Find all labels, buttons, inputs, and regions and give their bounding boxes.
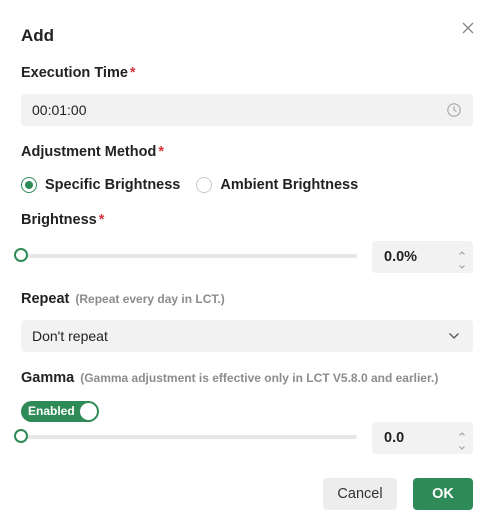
gamma-value: 0.0	[384, 430, 405, 446]
chevron-down-icon[interactable]	[457, 440, 467, 450]
brightness-slider[interactable]	[14, 248, 357, 264]
radio-ambient-brightness[interactable]: Ambient Brightness	[196, 177, 358, 193]
ok-button[interactable]: OK	[413, 478, 473, 510]
toggle-label: Enabled	[28, 404, 75, 418]
radio-label: Specific Brightness	[45, 177, 181, 193]
execution-time-label-text: Execution Time	[21, 65, 128, 81]
gamma-slider[interactable]	[14, 429, 357, 445]
adjustment-method-radio-group: Specific Brightness Ambient Brightness	[21, 175, 358, 195]
required-mark: *	[129, 65, 136, 81]
slider-track	[20, 254, 357, 258]
chevron-down-icon	[447, 329, 461, 343]
execution-time-value: 00:01:00	[32, 102, 87, 118]
slider-handle[interactable]	[14, 429, 28, 443]
radio-specific-brightness[interactable]: Specific Brightness	[21, 177, 180, 193]
close-icon[interactable]	[458, 18, 478, 38]
radio-checked-icon	[21, 177, 37, 193]
radio-label: Ambient Brightness	[220, 177, 359, 193]
gamma-toggle[interactable]: Enabled	[21, 401, 99, 422]
repeat-label-text: Repeat	[21, 291, 70, 307]
adjustment-method-label: Adjustment Method *	[21, 144, 164, 160]
gamma-label: Gamma (Gamma adjustment is effective only…	[21, 370, 438, 386]
chevron-up-icon[interactable]	[457, 426, 467, 436]
execution-time-input[interactable]: 00:01:00	[21, 94, 473, 126]
dialog-title: Add	[21, 26, 55, 45]
toggle-knob	[80, 403, 97, 420]
gamma-hint: (Gamma adjustment is effective only in L…	[80, 371, 439, 385]
repeat-selected-value: Don't repeat	[32, 328, 108, 344]
execution-time-label: Execution Time *	[21, 65, 136, 81]
repeat-hint: (Repeat every day in LCT.)	[75, 292, 225, 306]
required-mark: *	[98, 212, 105, 228]
adjustment-method-label-text: Adjustment Method	[21, 144, 157, 160]
brightness-value: 0.0%	[384, 249, 418, 265]
repeat-label: Repeat (Repeat every day in LCT.)	[21, 291, 225, 307]
required-mark: *	[158, 144, 164, 160]
repeat-select[interactable]: Don't repeat	[21, 320, 473, 352]
radio-unchecked-icon	[196, 177, 213, 193]
slider-handle[interactable]	[14, 248, 28, 262]
chevron-down-icon[interactable]	[457, 259, 467, 269]
slider-track	[20, 435, 357, 439]
chevron-up-icon[interactable]	[457, 245, 467, 255]
cancel-button[interactable]: Cancel	[323, 478, 397, 510]
brightness-label-text: Brightness	[21, 212, 97, 228]
clock-icon	[446, 102, 462, 118]
gamma-label-text: Gamma	[21, 370, 75, 386]
brightness-label: Brightness *	[21, 212, 104, 228]
gamma-stepper[interactable]: 0.0	[372, 422, 473, 454]
add-dialog: Add Execution Time * 00:01:00 Adjustment …	[0, 0, 496, 532]
brightness-stepper[interactable]: 0.0%	[372, 241, 473, 273]
